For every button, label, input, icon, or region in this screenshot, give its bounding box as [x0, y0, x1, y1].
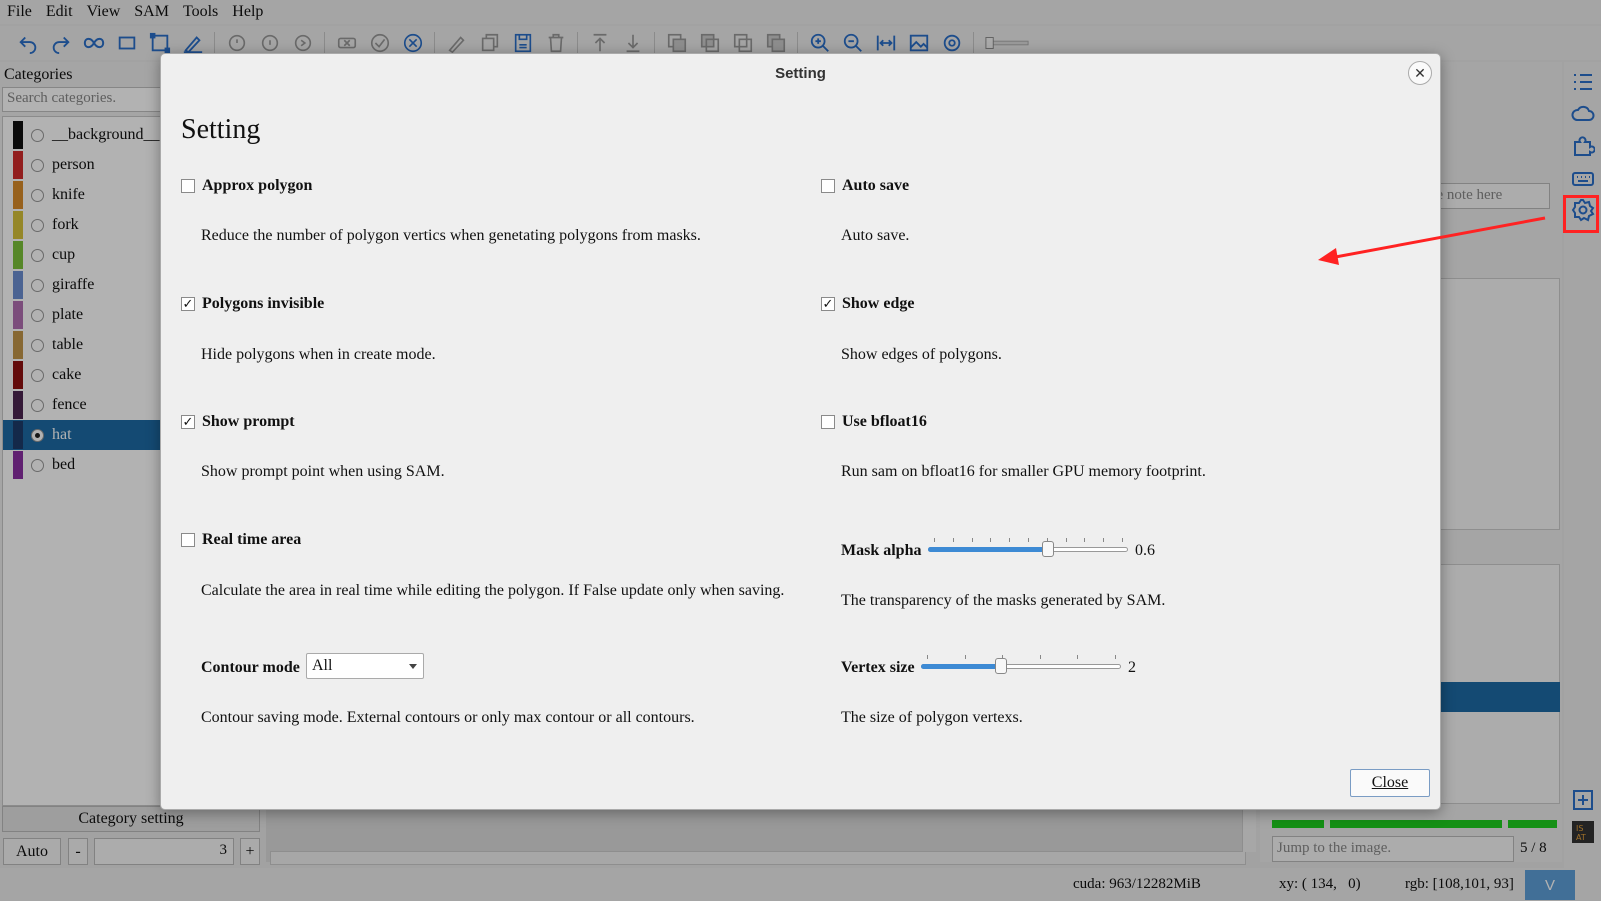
polygons-invisible-desc: Hide polygons when in create mode. [201, 346, 436, 363]
dialog-title: Setting [775, 64, 826, 82]
close-button[interactable]: Close [1350, 769, 1430, 797]
vertex-size-label: Vertex size [841, 659, 915, 676]
polygons-invisible-label: Polygons invisible [202, 295, 325, 312]
auto-save-label: Auto save [842, 177, 910, 194]
vertex-size-slider[interactable] [921, 655, 1121, 675]
vertex-size-desc: The size of polygon vertexs. [841, 709, 1023, 726]
show-prompt-checkbox[interactable]: ✓ [181, 415, 195, 429]
show-edge-label: Show edge [842, 295, 915, 312]
approx-polygon-option[interactable]: Approx polygon [181, 177, 312, 195]
auto-save-option[interactable]: Auto save [821, 177, 909, 195]
real-time-area-desc: Calculate the area in real time while ed… [201, 582, 785, 599]
use-bfloat16-desc: Run sam on bfloat16 for smaller GPU memo… [841, 463, 1206, 480]
slider-ticks [921, 655, 1121, 659]
contour-mode-option: Contour mode [201, 659, 300, 677]
slider-handle[interactable] [1042, 541, 1054, 557]
vertex-size-option: Vertex size [841, 659, 915, 677]
contour-mode-label: Contour mode [201, 659, 300, 676]
mask-alpha-label: Mask alpha [841, 542, 922, 559]
approx-polygon-desc: Reduce the number of polygon vertics whe… [201, 227, 701, 244]
slider-ticks [928, 538, 1128, 542]
show-edge-checkbox[interactable]: ✓ [821, 297, 835, 311]
real-time-area-checkbox[interactable] [181, 533, 195, 547]
use-bfloat16-checkbox[interactable] [821, 415, 835, 429]
dialog-close-icon[interactable]: ✕ [1408, 61, 1432, 85]
mask-alpha-value: 0.6 [1135, 542, 1155, 559]
gear-highlight-box [1563, 195, 1599, 233]
polygons-invisible-option[interactable]: ✓ Polygons invisible [181, 295, 324, 313]
setting-dialog: Setting ✕ Setting Approx polygon Reduce … [160, 53, 1441, 810]
mask-alpha-option: Mask alpha [841, 542, 921, 560]
auto-save-desc: Auto save. [841, 227, 910, 244]
contour-mode-value: All [312, 657, 333, 674]
approx-polygon-label: Approx polygon [202, 177, 313, 194]
chevron-down-icon [409, 664, 417, 669]
mask-alpha-slider[interactable] [928, 538, 1128, 558]
show-edge-desc: Show edges of polygons. [841, 346, 1002, 363]
show-prompt-option[interactable]: ✓ Show prompt [181, 413, 295, 431]
show-edge-option[interactable]: ✓ Show edge [821, 295, 914, 313]
mask-alpha-desc: The transparency of the masks generated … [841, 592, 1166, 609]
real-time-area-label: Real time area [202, 531, 302, 548]
use-bfloat16-label: Use bfloat16 [842, 413, 927, 430]
slider-handle[interactable] [995, 658, 1007, 674]
setting-heading: Setting [181, 114, 261, 145]
use-bfloat16-option[interactable]: Use bfloat16 [821, 413, 927, 431]
contour-mode-select[interactable]: All [306, 653, 424, 679]
slider-fill [921, 664, 1001, 669]
slider-fill [928, 547, 1048, 552]
show-prompt-label: Show prompt [202, 413, 295, 430]
auto-save-checkbox[interactable] [821, 179, 835, 193]
show-prompt-desc: Show prompt point when using SAM. [201, 463, 445, 480]
approx-polygon-checkbox[interactable] [181, 179, 195, 193]
real-time-area-option[interactable]: Real time area [181, 531, 301, 549]
contour-mode-desc: Contour saving mode. External contours o… [201, 709, 695, 726]
vertex-size-value: 2 [1128, 659, 1136, 676]
polygons-invisible-checkbox[interactable]: ✓ [181, 297, 195, 311]
